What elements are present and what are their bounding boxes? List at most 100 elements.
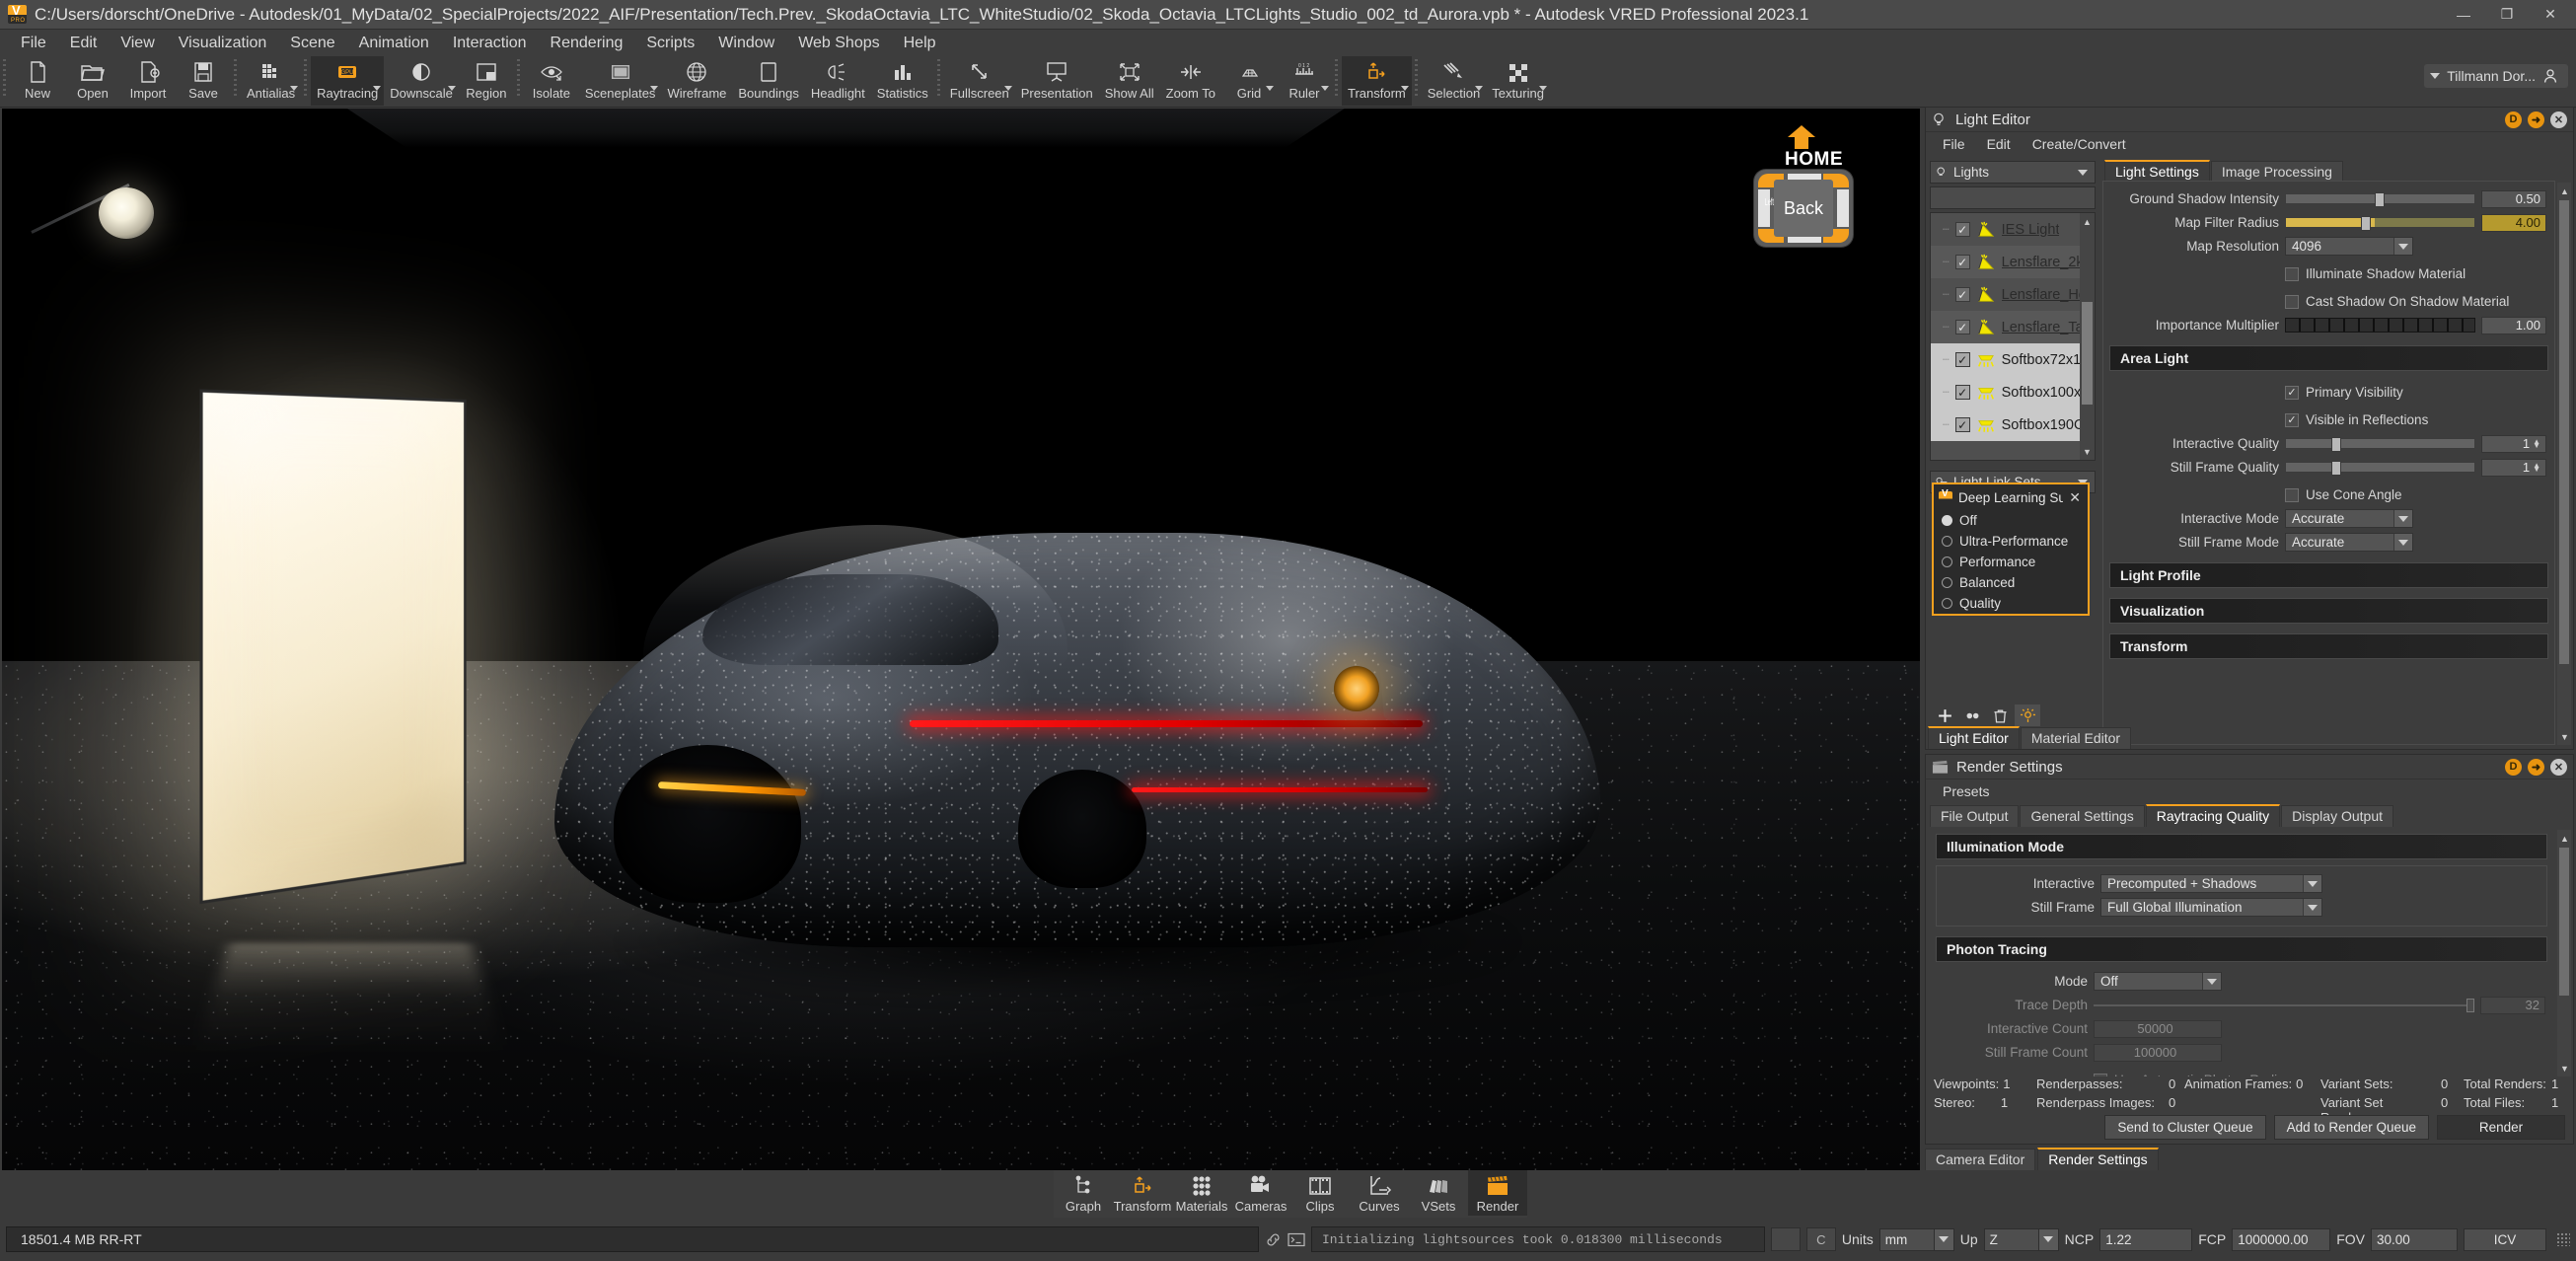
- still-frame-illumination-combo[interactable]: Full Global Illumination: [2100, 898, 2322, 917]
- scroll-thumb[interactable]: [2082, 302, 2093, 405]
- light-visualization-toggle[interactable]: [2015, 705, 2040, 726]
- map-resolution-combo[interactable]: 4096: [2285, 237, 2413, 256]
- units-value[interactable]: mm: [1879, 1228, 1935, 1251]
- scroll-down-icon[interactable]: ▼: [2559, 1062, 2570, 1075]
- toolbar-button-show-all[interactable]: Show All: [1099, 56, 1160, 106]
- toolbar-button-open[interactable]: Open: [65, 56, 120, 106]
- scroll-up-icon[interactable]: ▲: [2559, 185, 2570, 197]
- link-icon[interactable]: [1265, 1231, 1282, 1248]
- light-name-label[interactable]: IES Light: [2002, 222, 2060, 238]
- toolbar-button-antialias[interactable]: Antialias: [241, 56, 301, 106]
- light-editor-menu-edit[interactable]: Edit: [1978, 134, 2020, 154]
- close-panel-icon[interactable]: ✕: [2550, 759, 2567, 776]
- radio-button[interactable]: [1942, 515, 1952, 526]
- bottom-toolbar-materials[interactable]: Materials: [1172, 1170, 1231, 1216]
- photon-mode-combo[interactable]: Off: [2094, 972, 2222, 991]
- transform-section-header[interactable]: Transform: [2109, 633, 2548, 659]
- radio-button[interactable]: [1942, 536, 1952, 547]
- bottom-toolbar-render[interactable]: Render: [1468, 1170, 1527, 1216]
- still-frame-mode-combo[interactable]: Accurate: [2285, 533, 2413, 552]
- light-tree-row[interactable]: ┄ ✓ Softbox100x100: [1931, 376, 2095, 408]
- bottom-toolbar-transform[interactable]: Transform: [1113, 1170, 1172, 1216]
- toolbar-button-region[interactable]: Region: [459, 56, 514, 106]
- fcp-value[interactable]: 1000000.00: [2232, 1228, 2330, 1251]
- light-visibility-checkbox[interactable]: ✓: [1955, 287, 1970, 302]
- menu-visualization[interactable]: Visualization: [168, 32, 278, 55]
- toolbar-button-import[interactable]: Import: [120, 56, 176, 106]
- menu-interaction[interactable]: Interaction: [442, 32, 538, 55]
- close-panel-icon[interactable]: ✕: [2550, 111, 2567, 128]
- tab-material-editor[interactable]: Material Editor: [2021, 727, 2131, 749]
- primary-visibility-checkbox[interactable]: ✓ Primary Visibility: [2285, 382, 2403, 403]
- illuminate-shadow-material-checkbox[interactable]: Illuminate Shadow Material: [2285, 263, 2466, 284]
- maximize-button[interactable]: ❐: [2485, 1, 2529, 29]
- home-view-button[interactable]: HOME: [1785, 124, 1843, 169]
- fov-value[interactable]: 30.00: [2371, 1228, 2458, 1251]
- dock-button[interactable]: D: [2505, 759, 2522, 776]
- menu-window[interactable]: Window: [707, 32, 785, 55]
- light-tree-row[interactable]: ┄ ✓ Lensflare_2k...: [1931, 246, 2095, 278]
- window-resize-grip[interactable]: [2556, 1232, 2570, 1246]
- visible-in-reflections-checkbox[interactable]: ✓ Visible in Reflections: [2285, 409, 2428, 430]
- dlss-option-off[interactable]: Off: [1934, 510, 2088, 531]
- menu-scripts[interactable]: Scripts: [635, 32, 705, 55]
- chevron-down-icon[interactable]: [1004, 86, 1012, 91]
- scroll-up-icon[interactable]: ▲: [2559, 832, 2570, 845]
- toolbar-button-downscale[interactable]: Downscale: [384, 56, 459, 106]
- trace-depth-slider[interactable]: [2094, 1004, 2474, 1006]
- send-to-cluster-queue-button[interactable]: Send to Cluster Queue: [2104, 1115, 2265, 1140]
- status-blank-box[interactable]: [1771, 1227, 1801, 1251]
- stepper-arrows-icon[interactable]: ▲ ▼: [2533, 440, 2540, 448]
- still-frame-quality-slider[interactable]: [2285, 462, 2475, 473]
- bottom-toolbar-clips[interactable]: Clips: [1290, 1170, 1350, 1216]
- tab-light-editor[interactable]: Light Editor: [1928, 726, 2020, 749]
- toolbar-button-grid[interactable]: Grid: [1221, 56, 1277, 106]
- duplicate-light-button[interactable]: [1959, 705, 1985, 726]
- tab-general-settings[interactable]: General Settings: [2020, 805, 2144, 827]
- undock-arrow-button[interactable]: ➜: [2528, 759, 2544, 776]
- units-combo[interactable]: mm: [1879, 1228, 1954, 1251]
- menu-animation[interactable]: Animation: [348, 32, 440, 55]
- map-filter-radius-value[interactable]: 4.00: [2481, 214, 2546, 232]
- toolbar-button-statistics[interactable]: Statistics: [871, 56, 934, 106]
- menu-file[interactable]: File: [10, 32, 57, 55]
- dlss-option-ultra-performance[interactable]: Ultra-Performance: [1934, 531, 2088, 552]
- toolbar-button-new[interactable]: New: [10, 56, 65, 106]
- use-automatic-photon-radius-checkbox[interactable]: Use Automatic Photon Radius: [2094, 1070, 2291, 1076]
- light-tree-row[interactable]: ┄ ✓ Softbox190Oct: [1931, 408, 2095, 441]
- undock-arrow-button[interactable]: ➜: [2528, 111, 2544, 128]
- light-visibility-checkbox[interactable]: ✓: [1955, 385, 1970, 400]
- use-cone-angle-checkbox[interactable]: Use Cone Angle: [2285, 484, 2402, 505]
- dlss-option-quality[interactable]: Quality: [1934, 593, 2088, 614]
- menu-web-shops[interactable]: Web Shops: [787, 32, 890, 55]
- chevron-down-icon[interactable]: [1401, 86, 1409, 91]
- tab-camera-editor[interactable]: Camera Editor: [1925, 1149, 2035, 1170]
- chevron-down-icon[interactable]: [1321, 86, 1329, 91]
- light-search-row[interactable]: [1930, 186, 2096, 209]
- render-button[interactable]: Render: [2437, 1115, 2565, 1140]
- light-visibility-checkbox[interactable]: ✓: [1955, 417, 1970, 432]
- light-search-input[interactable]: [1938, 190, 2111, 205]
- render-settings-menu-presets[interactable]: Presets: [1934, 781, 1998, 801]
- light-tree-row[interactable]: ┄ ✓ IES Light: [1931, 213, 2095, 246]
- chevron-down-icon[interactable]: [1539, 86, 1547, 91]
- toolbar-button-zoom-to[interactable]: Zoom To: [1160, 56, 1221, 106]
- tab-display-output[interactable]: Display Output: [2281, 805, 2393, 827]
- toolbar-button-sceneplates[interactable]: Sceneplates: [579, 56, 662, 106]
- menu-view[interactable]: View: [110, 32, 165, 55]
- deep-learning-supersampling-popup[interactable]: Deep Learning Su... ✕ Off Ultra-Performan…: [1932, 482, 2090, 616]
- importance-multiplier-value[interactable]: 1.00: [2481, 317, 2546, 334]
- toolbar-button-save[interactable]: Save: [176, 56, 231, 106]
- toolbar-grip[interactable]: [2, 59, 8, 99]
- menu-scene[interactable]: Scene: [279, 32, 345, 55]
- importance-multiplier-track[interactable]: [2285, 318, 2475, 333]
- trace-depth-value[interactable]: 32: [2480, 997, 2545, 1014]
- radio-button[interactable]: [1942, 598, 1952, 609]
- delete-light-button[interactable]: [1987, 705, 2013, 726]
- close-button[interactable]: ✕: [2529, 1, 2572, 29]
- bottom-toolbar-graph[interactable]: Graph: [1054, 1170, 1113, 1216]
- render-viewport[interactable]: HOME Back Left: [2, 109, 1920, 1170]
- scroll-thumb[interactable]: [2559, 200, 2569, 664]
- scroll-up-icon[interactable]: ▲: [2082, 215, 2093, 228]
- scroll-down-icon[interactable]: ▼: [2082, 445, 2093, 458]
